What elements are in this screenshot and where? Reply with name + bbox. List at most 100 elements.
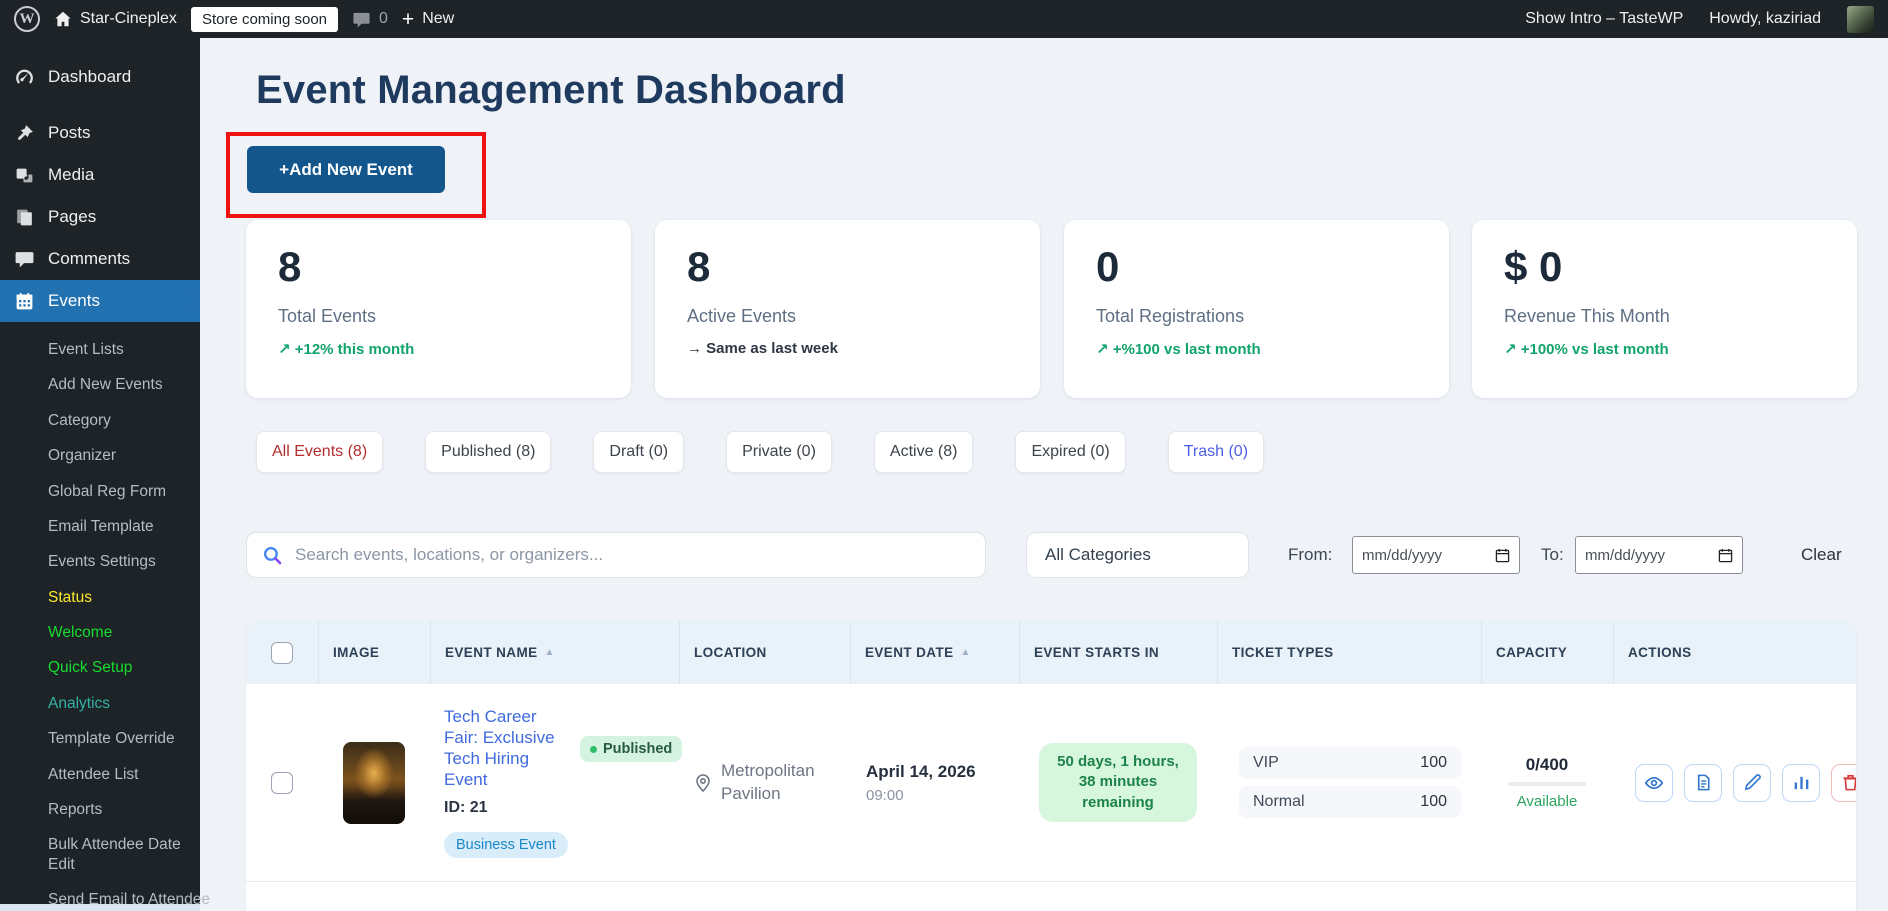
report-button[interactable] (1782, 763, 1820, 802)
search-box (246, 532, 986, 578)
site-name-link[interactable]: Star-Cineplex (54, 10, 177, 28)
countdown-badge: 50 days, 1 hours, 38 minutes remaining (1039, 743, 1197, 822)
sidebar-label: Comments (48, 249, 131, 268)
submenu-event-lists[interactable]: Event Lists (0, 332, 200, 367)
row-select-cell (246, 684, 318, 881)
sidebar-label: Dashboard (48, 67, 132, 86)
submenu-welcome[interactable]: Welcome (0, 615, 200, 650)
submenu-global-reg-form[interactable]: Global Reg Form (0, 474, 200, 509)
sidebar-item-media[interactable]: Media (0, 154, 200, 196)
add-new-event-button[interactable]: +Add New Event (247, 146, 445, 193)
submenu-events-settings[interactable]: Events Settings (0, 544, 200, 579)
comment-bubble-icon (353, 12, 370, 28)
sidebar-item-events[interactable]: Events (0, 280, 200, 322)
howdy-account-link[interactable]: Howdy, kaziriad (1709, 10, 1821, 28)
admin-bar-left: W Star-Cineplex Store coming soon 0 + Ne… (14, 6, 454, 32)
tab-all-events[interactable]: All Events (8) (256, 431, 384, 473)
stat-value: 8 (278, 243, 302, 290)
admin-bar-right: Show Intro – TasteWP Howdy, kaziriad (1525, 5, 1874, 33)
stat-label: Total Registrations (1096, 306, 1245, 327)
user-avatar[interactable] (1847, 5, 1874, 33)
stat-trend: ↗ +12% this month (278, 341, 415, 359)
delete-button[interactable] (1831, 763, 1856, 802)
submenu-add-new-events[interactable]: Add New Events (0, 367, 200, 402)
from-date-input[interactable]: mm/dd/yyyy (1352, 536, 1520, 574)
date-placeholder: mm/dd/yyyy (1585, 546, 1666, 564)
tab-active[interactable]: Active (8) (873, 431, 974, 473)
document-icon (1697, 774, 1710, 791)
row-image-cell (318, 684, 430, 881)
view-button[interactable] (1635, 763, 1673, 802)
header-event-name[interactable]: EVENT NAME ▲ (430, 621, 679, 684)
stat-value: $ 0 (1504, 243, 1563, 290)
tab-draft[interactable]: Draft (0) (593, 431, 685, 473)
submenu-template-override[interactable]: Template Override (0, 721, 200, 756)
eye-icon (1644, 776, 1664, 789)
event-thumbnail[interactable] (343, 741, 405, 824)
tab-trash[interactable]: Trash (0) (1167, 431, 1265, 473)
sidebar-item-pages[interactable]: Pages (0, 196, 200, 238)
submenu-email-template[interactable]: Email Template (0, 509, 200, 544)
sidebar-item-posts[interactable]: Posts (0, 112, 200, 154)
edit-button[interactable] (1733, 763, 1771, 802)
calendar-picker-icon (1495, 548, 1510, 562)
events-table: IMAGE EVENT NAME ▲ LOCATION EVENT DATE ▲ E… (246, 621, 1856, 911)
events-submenu: Event Lists Add New Events Category Orga… (0, 332, 210, 911)
ticket-type-row: Normal 100 (1239, 786, 1461, 818)
capacity-progress-bar (1508, 782, 1586, 786)
sidebar-item-dashboard[interactable]: Dashboard (0, 56, 200, 98)
clear-filters-button[interactable]: Clear (1795, 532, 1848, 578)
row-countdown-cell: 50 days, 1 hours, 38 minutes remaining (1019, 684, 1217, 881)
category-selected-value: All Categories (1045, 545, 1151, 564)
category-badge: Business Event (444, 832, 568, 859)
submenu-quick-setup[interactable]: Quick Setup (0, 650, 200, 685)
header-location: LOCATION (679, 621, 850, 684)
row-date-cell: April 14, 2026 09:00 (850, 684, 1019, 881)
name-block: Tech Career Fair: Exclusive Tech Hiring … (444, 706, 568, 859)
submenu-status[interactable]: Status (0, 580, 200, 615)
calendar-icon (16, 292, 33, 309)
comments-shortcut[interactable]: 0 (352, 10, 388, 29)
submenu-attendee-list[interactable]: Attendee List (0, 757, 200, 792)
from-label: From: (1288, 545, 1333, 564)
submenu-organizer[interactable]: Organizer (0, 438, 200, 473)
duplicate-button[interactable] (1684, 763, 1722, 802)
event-date: April 14, 2026 (866, 761, 976, 781)
submenu-analytics[interactable]: Analytics (0, 686, 200, 721)
header-label: EVENT NAME (445, 645, 538, 660)
location-text: Metropolitan Pavilion (721, 761, 815, 803)
show-intro-link[interactable]: Show Intro – TasteWP (1525, 10, 1683, 28)
status-dot-icon (589, 745, 597, 753)
to-date-input[interactable]: mm/dd/yyyy (1575, 536, 1743, 574)
status-label: Published (602, 741, 673, 757)
event-name-link[interactable]: Tech Career Fair: Exclusive Tech Hiring … (444, 706, 556, 790)
category-select[interactable]: All Categories (1026, 532, 1249, 578)
tab-expired[interactable]: Expired (0) (1015, 431, 1126, 473)
location-pin-icon (696, 773, 710, 792)
comment-count: 0 (379, 10, 388, 27)
stat-label: Revenue This Month (1504, 306, 1670, 327)
wordpress-logo-icon[interactable]: W (14, 6, 40, 32)
dashboard-gauge-icon (16, 69, 33, 84)
tab-private[interactable]: Private (0) (726, 431, 832, 473)
main-content: Event Management Dashboard +Add New Even… (200, 38, 1888, 911)
tab-published[interactable]: Published (8) (425, 431, 552, 473)
wordpress-admin-screen: W Star-Cineplex Store coming soon 0 + Ne… (0, 0, 1888, 911)
stat-trend: ↗ +100% vs last month (1504, 341, 1669, 359)
ticket-type: Normal (1253, 793, 1305, 810)
search-icon (263, 546, 282, 565)
sidebar-bottom-partial-item (0, 904, 200, 911)
select-all-checkbox[interactable] (271, 641, 293, 664)
submenu-reports[interactable]: Reports (0, 792, 200, 827)
comments-icon (15, 251, 34, 267)
submenu-category[interactable]: Category (0, 403, 200, 438)
header-event-date[interactable]: EVENT DATE ▲ (850, 621, 1019, 684)
new-label: New (422, 10, 455, 27)
stat-card-active-events: 8 Active Events → Same as last week (655, 220, 1040, 398)
submenu-bulk-attendee-date-edit[interactable]: Bulk Attendee Date Edit (0, 827, 200, 882)
search-input[interactable] (293, 544, 953, 566)
sidebar-item-comments[interactable]: Comments (0, 238, 200, 280)
new-content-button[interactable]: + New (402, 9, 454, 30)
row-checkbox[interactable] (271, 771, 293, 794)
row-location-cell: Metropolitan Pavilion (679, 684, 850, 881)
